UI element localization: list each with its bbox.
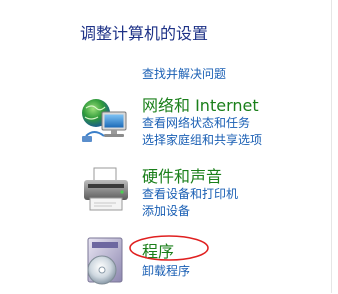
add-device-link[interactable]: 添加设备 bbox=[142, 203, 238, 220]
control-panel-page: 调整计算机的设置 查找并解决问题 网络和 Internet 查看网络状态和任务 … bbox=[0, 0, 338, 293]
programs-heading[interactable]: 程序 bbox=[142, 238, 174, 262]
network-globe-icon[interactable] bbox=[78, 92, 134, 148]
view-network-status-link[interactable]: 查看网络状态和任务 bbox=[142, 115, 262, 132]
printer-icon[interactable] bbox=[78, 162, 134, 218]
divider bbox=[331, 0, 332, 293]
devices-printers-link[interactable]: 查看设备和打印机 bbox=[142, 186, 238, 203]
network-links: 查看网络状态和任务 选择家庭组和共享选项 bbox=[142, 115, 262, 149]
programs-disc-icon[interactable] bbox=[78, 234, 134, 290]
page-title: 调整计算机的设置 bbox=[80, 24, 209, 43]
hardware-sound-heading[interactable]: 硬件和声音 bbox=[142, 163, 222, 187]
uninstall-program-link[interactable]: 卸载程序 bbox=[142, 263, 190, 280]
troubleshoot-link[interactable]: 查找并解决问题 bbox=[142, 65, 226, 82]
network-internet-heading[interactable]: 网络和 Internet bbox=[142, 92, 259, 116]
programs-links: 卸载程序 bbox=[142, 263, 190, 280]
hardware-links: 查看设备和打印机 添加设备 bbox=[142, 186, 238, 220]
homegroup-sharing-link[interactable]: 选择家庭组和共享选项 bbox=[142, 132, 262, 149]
